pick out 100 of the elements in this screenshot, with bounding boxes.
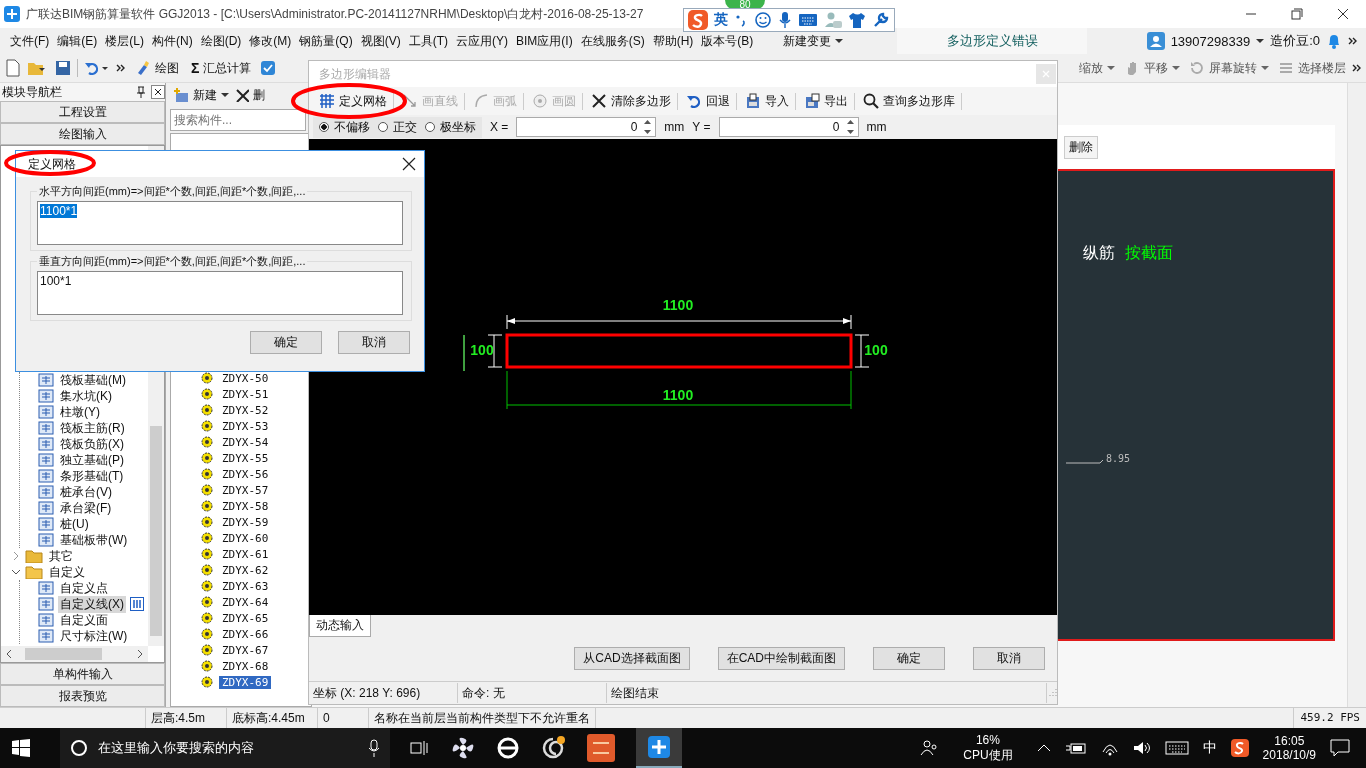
overflow-icon[interactable]	[116, 63, 126, 73]
list-item[interactable]: ZDYX-62	[219, 563, 272, 577]
number-field[interactable]: 0	[718, 117, 859, 137]
tree-item[interactable]: 基础板带(W)	[58, 531, 130, 549]
notification-icon[interactable]	[1330, 739, 1350, 757]
clock-date[interactable]: 2018/10/9	[1262, 748, 1316, 762]
new-file-icon[interactable]	[5, 59, 21, 77]
bell-icon[interactable]	[1326, 32, 1342, 50]
tree-item[interactable]: 筏板基础(M)	[58, 371, 128, 389]
radio-option[interactable]: 极坐标	[425, 118, 476, 136]
draw-button[interactable]: 绘图	[132, 58, 182, 78]
tree-item[interactable]: 筏板负筋(X)	[58, 435, 126, 453]
menu-item[interactable]: 版本号(B)	[697, 32, 758, 50]
list-item[interactable]: ZDYX-69	[219, 675, 272, 689]
dialog-button[interactable]: 在CAD中绘制截面图	[717, 647, 845, 670]
text-area[interactable]: 1100*1	[37, 201, 403, 245]
list-item[interactable]: ZDYX-54	[219, 435, 272, 449]
list-item[interactable]: ZDYX-60	[219, 531, 272, 545]
overflow-icon[interactable]	[1352, 63, 1362, 73]
list-item[interactable]: ZDYX-51	[219, 387, 272, 401]
battery-icon[interactable]	[1064, 740, 1087, 756]
menu-item[interactable]: 视图(V)	[356, 32, 405, 50]
list-item[interactable]: ZDYX-56	[219, 467, 272, 481]
sogou-logo-icon[interactable]	[1230, 739, 1249, 757]
menu-item[interactable]: 绘图(D)	[196, 32, 246, 50]
menu-item[interactable]: BIM应用(I)	[512, 32, 577, 50]
query-library-button[interactable]: 查询多边形库	[861, 92, 962, 110]
import-button[interactable]: 导入	[743, 92, 796, 110]
menu-item[interactable]: 云应用(Y)	[452, 32, 512, 50]
input-language-toggle[interactable]: 英	[714, 11, 728, 29]
tree-item[interactable]: 尺寸标注(W)	[58, 627, 130, 645]
tree-item[interactable]: 自定义点	[58, 579, 110, 597]
tree-item[interactable]: 柱墩(Y)	[58, 403, 102, 421]
list-item[interactable]: ZDYX-58	[219, 499, 272, 513]
zoom-button[interactable]: 缩放	[1076, 58, 1118, 78]
dialog-button[interactable]: 确定	[873, 647, 945, 670]
new-button[interactable]: 新建	[170, 85, 232, 105]
export-button[interactable]: 导出	[802, 92, 855, 110]
menu-item[interactable]: 构件(N)	[148, 32, 197, 50]
overflow-icon[interactable]	[1348, 36, 1358, 46]
fan-icon[interactable]	[450, 735, 476, 761]
speaker-icon[interactable]	[1132, 740, 1151, 756]
radio-option[interactable]: 不偏移	[319, 118, 370, 136]
menu-item[interactable]: 帮助(H)	[648, 32, 698, 50]
tree-item[interactable]: 条形基础(T)	[58, 467, 126, 485]
swirl-icon[interactable]	[540, 735, 566, 761]
delete-button[interactable]: 删除	[1064, 135, 1098, 159]
browser-icon[interactable]	[496, 736, 520, 760]
scroll-left-icon[interactable]	[5, 649, 13, 659]
nav-button[interactable]: 绘图输入	[0, 123, 165, 145]
people-icon[interactable]	[919, 738, 940, 758]
list-item[interactable]: ZDYX-57	[219, 483, 272, 497]
tree-item[interactable]: 自定义面	[58, 611, 110, 629]
search-field[interactable]: 搜索构件...	[170, 109, 306, 131]
new-change-menu[interactable]: 新建变更	[779, 32, 848, 50]
tree-item[interactable]: 承台梁(F)	[58, 499, 114, 517]
list-item[interactable]: ZDYX-59	[219, 515, 272, 529]
taskbar-search-field[interactable]: 在这里输入你要搜索的内容	[60, 728, 390, 768]
chevron-up-icon[interactable]	[1036, 743, 1051, 753]
undo-button[interactable]: 回退	[684, 92, 737, 110]
tree-item[interactable]: 自定义	[47, 563, 87, 581]
menu-item[interactable]: 工具(T)	[404, 32, 452, 50]
tree-item[interactable]: 桩承台(V)	[58, 483, 114, 501]
tree-item[interactable]: 集水坑(K)	[58, 387, 114, 405]
tree-item[interactable]: 独立基础(P)	[58, 451, 126, 469]
menu-item[interactable]: 修改(M)	[245, 32, 296, 50]
pin-icon[interactable]	[135, 86, 147, 98]
collapse-icon[interactable]	[11, 567, 21, 577]
menu-item[interactable]: 在线服务(S)	[576, 32, 649, 50]
list-item[interactable]: ZDYX-65	[219, 611, 272, 625]
horizontal-scrollbar[interactable]	[1, 646, 148, 662]
nav-button[interactable]: 单构件输入	[0, 663, 165, 685]
dialog-button[interactable]: 确定	[250, 331, 322, 354]
dialog-button[interactable]: 从CAD选择截面图	[574, 647, 690, 670]
list-item[interactable]: ZDYX-64	[219, 595, 272, 609]
list-item[interactable]: ZDYX-53	[219, 419, 272, 433]
caret-icon[interactable]	[1256, 38, 1265, 44]
check-icon[interactable]	[260, 60, 277, 76]
floor-button[interactable]: 选择楼层	[1275, 58, 1349, 78]
list-item[interactable]: ZDYX-68	[219, 659, 272, 673]
tree-item[interactable]: 桩(U)	[58, 515, 91, 533]
tree-item[interactable]: 筏板主筋(R)	[58, 419, 127, 437]
keyboard-icon[interactable]	[798, 12, 818, 28]
text-area[interactable]: 100*1	[37, 271, 403, 315]
active-app-button[interactable]	[636, 728, 682, 768]
menu-item[interactable]: 楼层(L)	[101, 32, 148, 50]
number-field[interactable]: 0	[516, 117, 657, 137]
dynamic-input-tab[interactable]: 动态输入	[309, 615, 371, 637]
microphone-icon[interactable]	[778, 11, 792, 29]
close-icon[interactable]	[402, 157, 416, 171]
dialog-button[interactable]: 取消	[338, 331, 410, 354]
tree-item[interactable]: 其它	[47, 547, 75, 565]
tree-item[interactable]: 自定义线(X)	[58, 595, 126, 613]
shirt-icon[interactable]	[848, 11, 866, 29]
list-item[interactable]: ZDYX-55	[219, 451, 272, 465]
task-view-icon[interactable]	[410, 739, 430, 757]
undo-icon[interactable]	[84, 60, 110, 76]
list-item[interactable]: ZDYX-63	[219, 579, 272, 593]
nav-button[interactable]: 报表预览	[0, 685, 165, 707]
close-icon[interactable]	[151, 85, 165, 99]
